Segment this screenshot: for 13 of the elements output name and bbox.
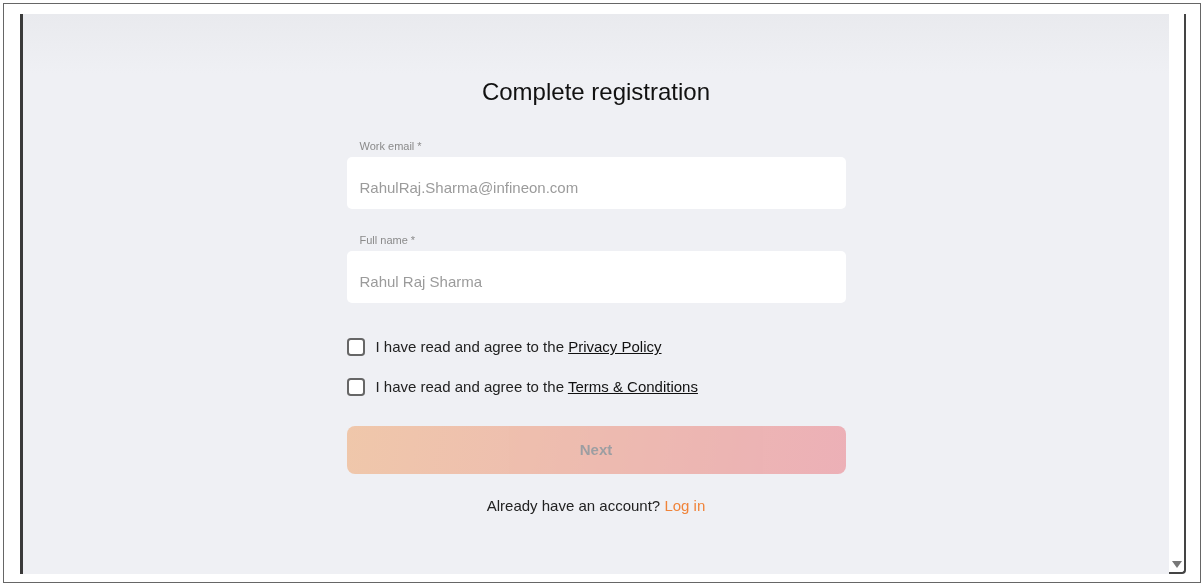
policy-link[interactable]: Terms & Conditions <box>567 378 698 396</box>
scroll-down-icon[interactable] <box>1171 561 1182 568</box>
policy-link[interactable]: Privacy Policy <box>568 338 662 356</box>
agreement-text: I have read and agree to the Terms & Conditions <box>375 377 698 398</box>
field-label: Full name * <box>359 233 416 247</box>
checkbox[interactable] <box>346 338 365 357</box>
scrollbar[interactable] <box>1169 14 1186 574</box>
login-link[interactable]: Log in <box>664 496 706 514</box>
agreement-text: I have read and agree to the Privacy Policy <box>375 337 662 358</box>
field-label: Work email * <box>359 139 422 153</box>
checkbox[interactable] <box>346 378 365 397</box>
form-title: Complete registration <box>481 78 711 107</box>
login-prompt: Already have an account? Log in <box>486 495 706 516</box>
